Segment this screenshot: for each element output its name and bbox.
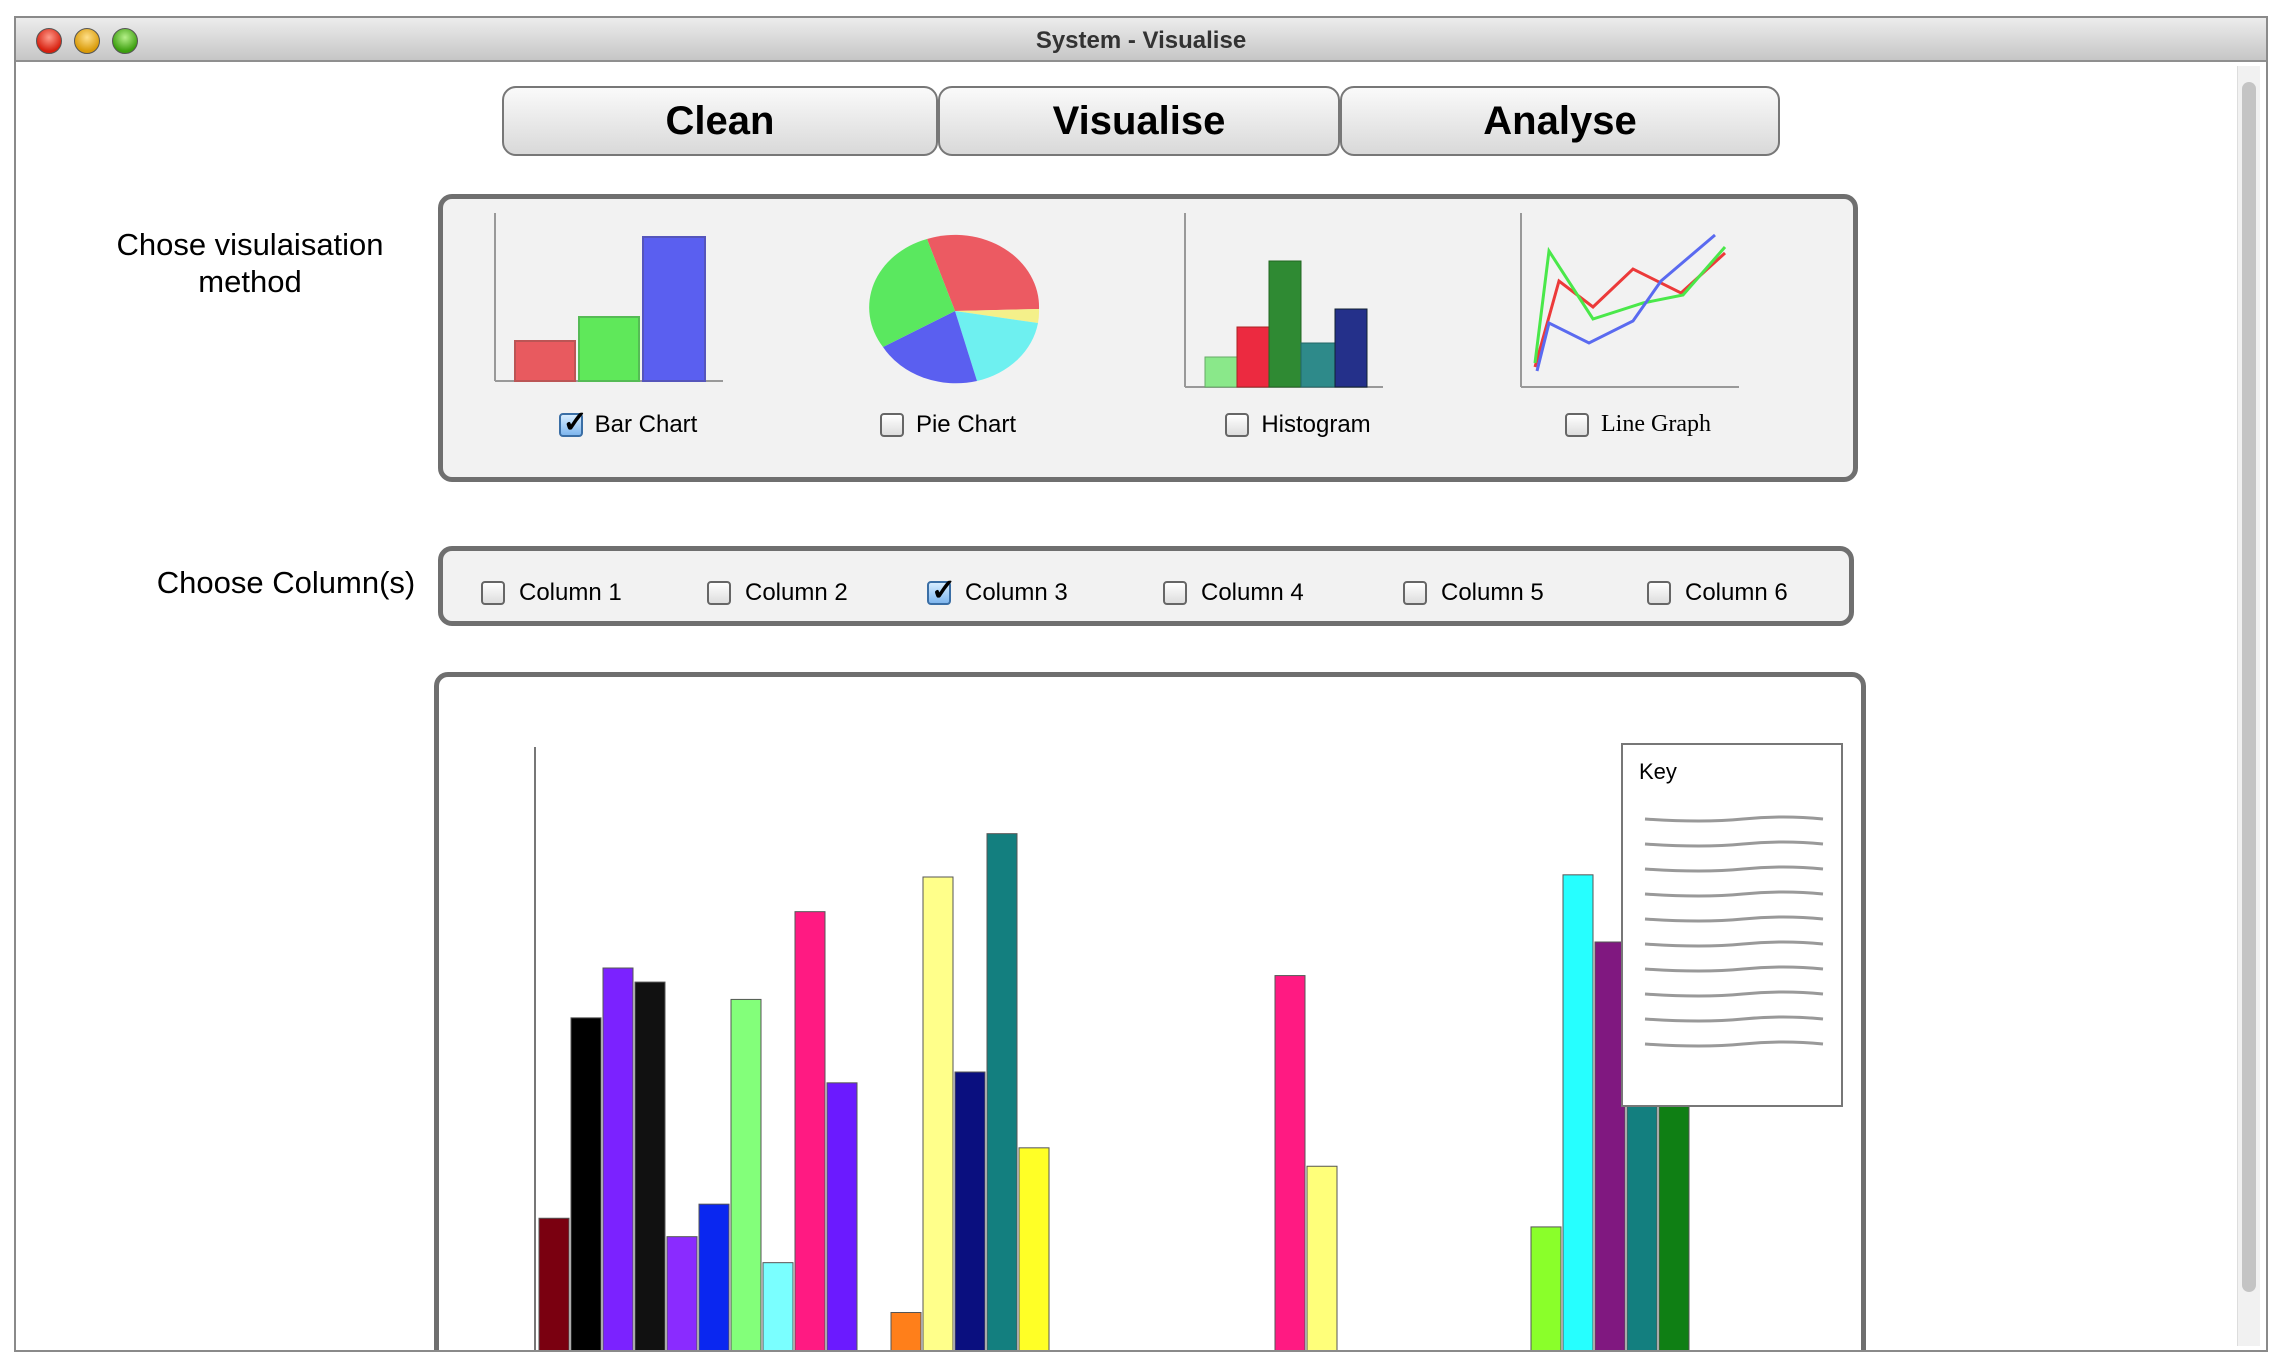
pie-chart-checkbox[interactable] [879,413,904,437]
column-option-4[interactable]: Column 4 [1163,579,1304,607]
histogram-option[interactable]: Histogram [1163,411,1433,439]
line-graph-option[interactable]: Line Graph [1503,411,1773,438]
bar-8 [762,1262,794,1350]
bar-9 [794,911,826,1350]
column-1-checkbox[interactable] [481,581,505,605]
key-entry-line [1644,940,1824,948]
histogram-label: Histogram [1261,411,1371,438]
key-entry-line [1644,915,1824,923]
key-entry-line [1644,865,1824,873]
histogram-icon [1184,213,1383,388]
chart-key: Key [1621,743,1843,1107]
method-line-graph[interactable]: Line Graph [1503,211,1773,461]
line-graph-icon [1520,213,1739,388]
scrollbar-thumb[interactable] [2242,82,2256,1292]
bar-chart-checkbox[interactable]: ✓ [558,406,588,439]
tab-clean[interactable]: Clean [502,86,938,156]
column-option-3[interactable]: ✓ Column 3 [927,574,1068,607]
column-2-checkbox[interactable] [707,581,731,605]
checkmark-icon: ✓ [931,574,957,607]
column-5-checkbox[interactable] [1403,581,1427,605]
method-bar-chart[interactable]: ✓ Bar Chart [493,211,763,461]
method-pie-chart[interactable]: Pie Chart [813,211,1083,461]
tab-visualise[interactable]: Visualise [938,86,1340,156]
histogram-checkbox[interactable] [1225,413,1250,437]
line-graph-label: Line Graph [1601,411,1711,437]
column-option-6[interactable]: Column 6 [1647,579,1788,607]
bar-2 [570,1017,602,1350]
column-4-label: Column 4 [1201,579,1304,606]
bar-chart-label: Bar Chart [594,411,698,438]
method-histogram[interactable]: Histogram [1163,211,1433,461]
column-3-label: Column 3 [965,579,1068,606]
bar-16 [1018,1147,1050,1350]
choose-columns-label: Choose Column(s) [156,565,416,600]
bar-14 [954,1071,986,1350]
title-bar: System - Visualise [16,18,2266,62]
column-2-label: Column 2 [745,579,848,606]
key-entry-line [1644,1015,1824,1023]
bar-12 [890,1312,922,1350]
pie-chart-icon [869,234,1040,384]
checkmark-icon: ✓ [562,406,588,439]
key-entry-line [1644,815,1824,823]
column-3-checkbox[interactable]: ✓ [927,574,956,607]
chart-panel: Key [434,672,1866,1350]
key-entry-line [1644,1040,1824,1048]
pie-chart-option[interactable]: Pie Chart [813,411,1083,439]
bar-5 [666,1236,698,1350]
key-entries [1644,815,1824,1048]
key-entry-line [1644,840,1824,848]
bar-4 [634,981,666,1350]
column-option-2[interactable]: Column 2 [707,579,848,607]
visualisation-method-panel: ✓ Bar Chart Pie Chart Histogram Line Gra… [438,194,1858,482]
bar-7 [730,998,762,1350]
key-entry-line [1644,965,1824,973]
columns-panel: Column 1 Column 2 ✓ Column 3 Column 4 Co… [438,546,1854,626]
vertical-scrollbar[interactable] [2237,66,2260,1346]
bar-1 [538,1217,570,1350]
bar-33 [1562,874,1594,1350]
visualisation-method-label: Chose visulaisation method [116,227,384,299]
line-graph-checkbox[interactable] [1565,412,1590,437]
bar-chart-icon [494,213,723,382]
column-option-1[interactable]: Column 1 [481,579,622,607]
column-1-label: Column 1 [519,579,622,606]
key-entry-line [1644,990,1824,998]
column-5-label: Column 5 [1441,579,1544,606]
bar-6 [698,1203,730,1350]
bar-13 [922,876,954,1350]
bar-chart-option[interactable]: ✓ Bar Chart [493,406,763,439]
bar-24 [1274,975,1306,1350]
window-title: System - Visualise [1035,27,1247,54]
app-window: System - Visualise Clean Visualise Analy… [14,16,2268,1352]
column-option-5[interactable]: Column 5 [1403,579,1544,607]
bar-15 [986,833,1018,1350]
bar-10 [826,1082,858,1350]
tab-analyse[interactable]: Analyse [1340,86,1780,156]
bar-25 [1306,1165,1338,1350]
column-6-checkbox[interactable] [1647,581,1671,605]
bar-32 [1530,1226,1562,1350]
key-entry-line [1644,890,1824,898]
column-6-label: Column 6 [1685,579,1788,606]
column-4-checkbox[interactable] [1163,581,1187,605]
bar-3 [602,967,634,1350]
pie-chart-label: Pie Chart [915,411,1017,438]
